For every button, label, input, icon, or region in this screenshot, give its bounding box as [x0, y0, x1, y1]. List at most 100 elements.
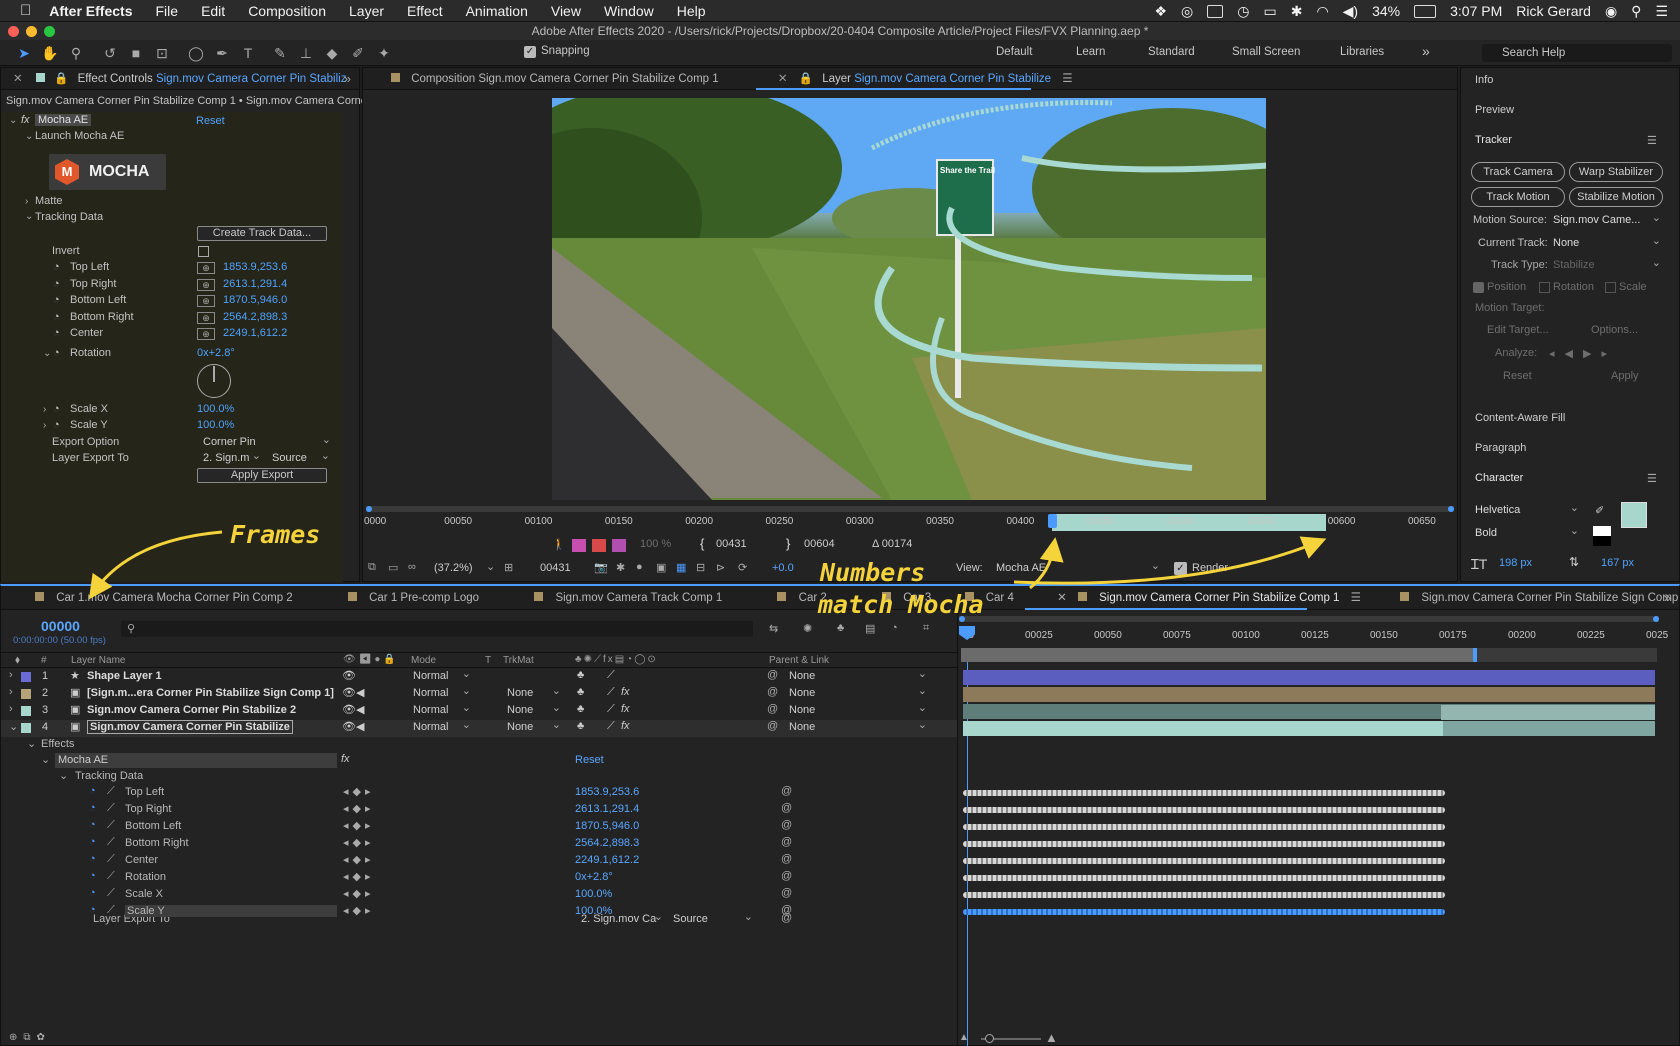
tl-playhead[interactable]: [967, 662, 968, 1046]
analyze-buttons[interactable]: ◂◀▶▸: [1549, 347, 1617, 360]
info-panel-header[interactable]: Info: [1475, 74, 1493, 86]
airplay-icon[interactable]: ▭: [1263, 3, 1276, 20]
menu-view[interactable]: View: [551, 3, 581, 19]
clock[interactable]: 3:07 PM: [1450, 3, 1502, 19]
layer-tab[interactable]: Sign.mov Camera Corner Pin Stabilize: [854, 73, 1051, 85]
channel-green-icon[interactable]: [592, 539, 606, 552]
launch-expand-icon[interactable]: ⌄: [25, 131, 33, 142]
close-window-button[interactable]: [8, 26, 19, 37]
shy-switch-icon[interactable]: ♣: [577, 669, 584, 681]
tl-keyframe-nav[interactable]: ◂◆▸: [343, 819, 375, 832]
font-size-value[interactable]: 198 px: [1499, 557, 1532, 569]
black-swatch[interactable]: [1593, 536, 1611, 546]
snapshot-icon[interactable]: 📷: [594, 561, 608, 574]
tracker-menu-icon[interactable]: ☰: [1647, 134, 1657, 147]
tl-zoom-slider[interactable]: [981, 1034, 1041, 1043]
tl-layer-row[interactable]: ⌄ 4 ▣ Sign.mov Camera Corner Pin Stabilize 👁…: [1, 718, 957, 737]
tl-stopwatch-icon[interactable]: ◔: [89, 785, 96, 797]
clone-stamp-tool-icon[interactable]: ⊥: [296, 44, 316, 62]
tl-property-row[interactable]: ◔ ⟋ Scale X ◂◆▸ 100.0% @: [1, 887, 957, 904]
volume-icon[interactable]: ◀): [1343, 3, 1358, 20]
mocha-expand-icon[interactable]: ⌄: [41, 753, 50, 766]
tracker-apply-button[interactable]: Apply: [1611, 370, 1639, 382]
tl-property-value[interactable]: 2564.2,898.3: [575, 837, 639, 849]
snapping-checkbox[interactable]: ✓: [524, 46, 536, 58]
view-dropdown[interactable]: Mocha AE: [996, 559, 1162, 574]
tl-keyframes-track[interactable]: [963, 858, 1445, 864]
menu-edit[interactable]: Edit: [201, 3, 225, 19]
menu-help[interactable]: Help: [677, 3, 706, 19]
audio-icon[interactable]: ◀: [356, 703, 364, 716]
tl-property-row[interactable]: ◔ ⟋ Top Right ◂◆▸ 2613.1,291.4 @: [1, 802, 957, 819]
layer-tab-lock-icon[interactable]: 🔒: [799, 73, 813, 85]
ec-stopwatch-icon[interactable]: ◔: [53, 278, 60, 290]
layer-label-color[interactable]: [21, 689, 31, 699]
menu-animation[interactable]: Animation: [466, 3, 528, 19]
battery-percent[interactable]: 34%: [1372, 3, 1400, 19]
selection-tool-icon[interactable]: ➤: [14, 44, 34, 62]
visibility-eye-icon[interactable]: 👁: [342, 703, 356, 716]
rotate-tool-icon[interactable]: ↺: [100, 44, 120, 62]
content-aware-fill-header[interactable]: Content-Aware Fill: [1475, 412, 1565, 424]
tl-keyframes-track[interactable]: [963, 892, 1445, 898]
type-tool-icon[interactable]: T: [238, 44, 258, 62]
eyedropper-icon[interactable]: ✐: [1595, 504, 1604, 517]
tracking-expand-icon[interactable]: ⌄: [25, 211, 33, 222]
eraser-tool-icon[interactable]: ◆: [322, 44, 342, 62]
ec-scale-x-value[interactable]: 100.0%: [197, 403, 234, 415]
current-frame[interactable]: 00431: [540, 562, 571, 574]
tl-layer-row[interactable]: › 2 ▣ [Sign.m...era Corner Pin Stabilize Si…: [1, 684, 957, 703]
tl-bottom-icons[interactable]: ⊕⧉✿: [9, 1032, 51, 1043]
parent-pickwhip-icon[interactable]: @: [767, 720, 778, 732]
layer-trkmat-dropdown[interactable]: None: [507, 701, 563, 716]
rotation-checkbox[interactable]: [1539, 282, 1550, 293]
fx-icon[interactable]: fx: [21, 114, 30, 126]
layer-label-color[interactable]: [21, 723, 31, 733]
tl-property-row[interactable]: ◔ ⟋ Scale Y ◂◆▸ 100.0% @: [1, 904, 957, 921]
tl-keyframes-track[interactable]: [963, 807, 1445, 813]
in-point[interactable]: 00431: [716, 538, 747, 550]
panel-overflow-icon[interactable]: »: [344, 71, 351, 86]
parent-pickwhip-icon[interactable]: @: [767, 703, 778, 715]
tl-stopwatch-icon[interactable]: ◔: [89, 819, 96, 831]
tl-tab-6[interactable]: Car 4: [986, 592, 1014, 604]
menu-app[interactable]: After Effects: [49, 3, 132, 19]
layer-expand-icon[interactable]: ›: [9, 669, 13, 681]
out-point[interactable]: 00604: [804, 538, 835, 550]
camera-tool-icon[interactable]: ■: [126, 44, 146, 62]
ec-param-value[interactable]: 2249.1,612.2: [223, 327, 287, 339]
tl-search-input[interactable]: ⚲: [121, 621, 753, 637]
tl-property-value[interactable]: 2249.1,612.2: [575, 854, 639, 866]
spotlight-icon[interactable]: ⚲: [1631, 3, 1641, 20]
minimize-window-button[interactable]: [26, 26, 37, 37]
export-option-dropdown[interactable]: Corner Pin: [203, 433, 333, 448]
tl-property-row[interactable]: ◔ ⟋ Bottom Left ◂◆▸ 1870.5,946.0 @: [1, 819, 957, 836]
apply-export-button[interactable]: Apply Export: [197, 468, 327, 483]
parent-pickwhip-icon[interactable]: @: [767, 669, 778, 681]
current-time-indicator[interactable]: [1048, 514, 1057, 528]
tl-expression-icon[interactable]: @: [781, 853, 792, 865]
quality-switch-icon[interactable]: ⟋: [607, 669, 615, 682]
tl-property-value[interactable]: 100.0%: [575, 905, 612, 917]
audio-icon[interactable]: ◀: [356, 720, 364, 733]
tl-keyframe-nav[interactable]: ◂◆▸: [343, 887, 375, 900]
tl-keyframe-nav[interactable]: ◂◆▸: [343, 785, 375, 798]
ec-scale-y-value[interactable]: 100.0%: [197, 419, 234, 431]
workspace-learn[interactable]: Learn: [1076, 46, 1105, 58]
col-layer-name[interactable]: Layer Name: [71, 655, 125, 666]
white-swatch[interactable]: [1593, 526, 1611, 536]
tl-tab-1[interactable]: Car 1.mov Camera Mocha Corner Pin Comp 2: [56, 592, 292, 604]
search-help-input[interactable]: Search Help: [1482, 44, 1672, 62]
layer-trkmat-dropdown[interactable]: None: [507, 718, 563, 733]
wifi-icon[interactable]: ◠: [1316, 3, 1328, 20]
create-track-data-button[interactable]: Create Track Data...: [197, 226, 327, 241]
scale-y-expand-icon[interactable]: ›: [43, 420, 46, 431]
fx-switch-icon[interactable]: fx: [621, 703, 630, 715]
effect-expand-icon[interactable]: ⌄: [9, 115, 17, 126]
tl-property-value[interactable]: 100.0%: [575, 888, 612, 900]
apple-icon[interactable]: : [20, 2, 31, 19]
flowchart-icon[interactable]: ⊳: [716, 561, 725, 574]
ec-param-value[interactable]: 2613.1,291.4: [223, 278, 287, 290]
tl-tab-close-icon[interactable]: ✕: [1057, 592, 1067, 604]
layer-label-color[interactable]: [21, 672, 31, 682]
